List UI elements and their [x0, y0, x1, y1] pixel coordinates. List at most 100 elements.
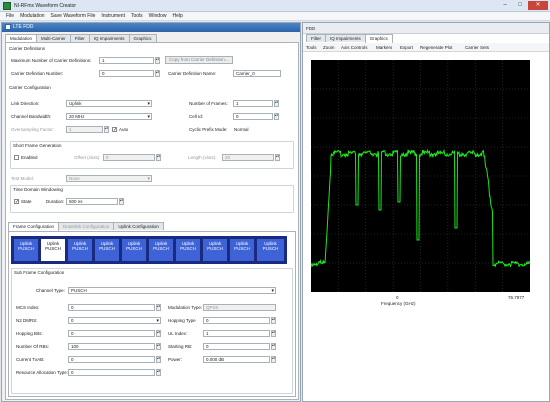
modulation-type-label: Modulation Type: — [168, 305, 203, 310]
carrier-number-spinner[interactable]: ▴▾ — [155, 70, 160, 77]
duration-input[interactable]: 500 ns — [66, 198, 118, 205]
menu-modulation[interactable]: Modulation — [20, 12, 44, 21]
channel-type-select[interactable]: PUSCH — [68, 287, 276, 294]
num-frames-input[interactable]: 1 — [233, 100, 273, 107]
windowing-state-label: State — [21, 199, 32, 204]
toolbar-tools[interactable]: Tools — [306, 45, 317, 50]
toolbar-zoom[interactable]: Zoom — [323, 45, 335, 50]
spectrum-chart — [310, 60, 531, 292]
toolbar-markers[interactable]: Markers — [376, 45, 392, 50]
ul-index-spinner[interactable]: ▴▾ — [271, 330, 276, 337]
hopping-type-spinner[interactable]: ▴▾ — [271, 317, 276, 324]
hopping-type-label: Hopping Type — [168, 318, 196, 323]
power-input[interactable]: 0.000 dB — [203, 356, 270, 363]
subframe-config-heading: Sub Frame Configuration — [14, 270, 65, 275]
close-icon[interactable]: ✕ — [528, 1, 548, 10]
carrier-number-input[interactable]: 0 — [99, 70, 154, 77]
duration-spinner[interactable]: ▴▾ — [119, 198, 124, 205]
tab-iq-impairments[interactable]: IQ Impairments — [325, 34, 366, 42]
modulation-content: Carrier Definitions Maximum Number of Ca… — [5, 42, 299, 400]
tab-graphics[interactable]: Graphics — [128, 34, 157, 42]
mcs-index-label: MCS Index: — [16, 305, 40, 310]
menu-save-waveform[interactable]: Save Waveform File — [51, 12, 96, 21]
subframe-cell[interactable]: Uplink PUSCH — [202, 238, 228, 262]
lte-fdd-panel: LTE FDD Modulation Multi-Carrier Filter IQ … — [1, 22, 301, 402]
ul-index-input[interactable]: 1 — [203, 330, 270, 337]
power-spinner[interactable]: ▴▾ — [271, 356, 276, 363]
channel-bandwidth-label: Channel Bandwidth: — [11, 114, 52, 119]
starting-rb-label: Starting RB: — [168, 344, 193, 349]
subframe-cell[interactable]: Uplink PUSCH — [94, 238, 120, 262]
tab-graphics[interactable]: Graphics — [364, 34, 393, 43]
menu-help[interactable]: Help — [172, 12, 182, 21]
num-frames-spinner[interactable]: ▴▾ — [274, 100, 279, 107]
cell-id-spinner[interactable]: ▴▾ — [274, 113, 279, 120]
subframe-cell[interactable]: Uplink PUSCH — [40, 238, 66, 262]
subframe-cell[interactable]: Uplink PUSCH — [67, 238, 93, 262]
menu-tools[interactable]: Tools — [131, 12, 143, 21]
link-direction-select[interactable]: Uplink — [66, 100, 152, 107]
mcs-index-input[interactable]: 0 — [68, 304, 155, 311]
auto-checkbox[interactable]: ✓ — [112, 127, 117, 133]
windowing-heading: Time Domain Windowing — [13, 187, 63, 192]
starting-rb-input[interactable]: 0 — [203, 343, 270, 350]
current-txab-spinner[interactable]: ▴▾ — [156, 356, 161, 363]
num-rbs-spinner[interactable]: ▴▾ — [156, 343, 161, 350]
subframe-cell[interactable]: Uplink PUSCH — [121, 238, 147, 262]
channel-bandwidth-select[interactable]: 20 MHz — [66, 113, 152, 120]
title-bar: NI-RFmx Waveform Creator – □ ✕ — [0, 0, 550, 12]
length-slots-input[interactable]: 20 — [222, 154, 274, 161]
spectrum-plot[interactable] — [310, 60, 531, 292]
carrier-name-input[interactable]: Carrier_0 — [233, 70, 281, 77]
menu-instrument[interactable]: Instrument — [101, 12, 125, 21]
mcs-index-spinner[interactable]: ▴▾ — [156, 304, 161, 311]
windowing-state-checkbox[interactable]: ✓ — [14, 199, 19, 205]
offset-slots-input[interactable]: 0 — [103, 154, 155, 161]
test-model-select[interactable]: None — [66, 175, 152, 182]
current-txab-input[interactable]: 0 — [68, 356, 155, 363]
subframe-cell[interactable]: Uplink PUSCH — [229, 238, 255, 262]
minimize-icon[interactable]: – — [498, 1, 512, 10]
cyclic-prefix-label: Cyclic Prefix Mode: — [189, 127, 228, 132]
max-carrier-input[interactable]: 1 — [99, 57, 154, 64]
subframe-cell[interactable]: Uplink PUSCH — [13, 238, 39, 262]
resource-allocation-input[interactable]: 0 — [68, 369, 155, 376]
subframe-cell[interactable]: Uplink PUSCH — [175, 238, 201, 262]
tab-filter[interactable]: Filter — [69, 34, 90, 42]
oversampling-spinner[interactable]: ▴▾ — [104, 126, 109, 133]
oversampling-input[interactable]: 1 — [66, 126, 103, 133]
short-frame-enabled-label: Enabled — [21, 155, 38, 160]
subframe-cell[interactable]: Uplink PUSCH — [148, 238, 174, 262]
resource-allocation-spinner[interactable]: ▴▾ — [156, 369, 161, 376]
toolbar-regenerate-plot[interactable]: Regenerate Plot — [420, 45, 453, 50]
toolbar-carrier-sets[interactable]: Carrier Sets — [465, 45, 489, 50]
n2-dmrs-select[interactable]: 0 — [68, 317, 161, 324]
toolbar-export[interactable]: Export — [400, 45, 413, 50]
tab-iq-impairments[interactable]: IQ Impairments — [88, 34, 130, 42]
cell-id-input[interactable]: 0 — [233, 113, 273, 120]
hopping-type-input[interactable]: 0 — [203, 317, 270, 324]
max-carrier-spinner[interactable]: ▴▾ — [155, 57, 160, 64]
menu-window[interactable]: Window — [149, 12, 167, 21]
subframe-cell[interactable]: Uplink PUSCH — [256, 238, 285, 262]
length-slots-spinner[interactable]: ▴▾ — [275, 154, 280, 161]
tab-filter[interactable]: Filter — [306, 34, 326, 42]
tab-frame-configuration[interactable]: Frame Configuration — [8, 222, 60, 231]
toolbar-axis-controls[interactable]: Axis Controls — [341, 45, 368, 50]
hopping-bits-input[interactable]: 0 — [68, 330, 155, 337]
window-title: NI-RFmx Waveform Creator — [14, 3, 77, 9]
tab-uplink-configuration[interactable]: Uplink Configuration — [113, 222, 164, 230]
hopping-bits-spinner[interactable]: ▴▾ — [156, 330, 161, 337]
menu-file[interactable]: File — [6, 12, 14, 21]
offset-slots-spinner[interactable]: ▴▾ — [156, 154, 161, 161]
starting-rb-spinner[interactable]: ▴▾ — [271, 343, 276, 350]
tab-downlink-configuration[interactable]: Downlink Configuration — [58, 222, 115, 230]
modulation-type-input[interactable]: QPSK — [203, 304, 276, 311]
copy-carrier-button[interactable]: Copy from Carrier Definition... — [165, 56, 233, 64]
num-rbs-input[interactable]: 100 — [68, 343, 155, 350]
maximize-icon[interactable]: □ — [513, 1, 527, 10]
short-frame-enabled-checkbox[interactable] — [14, 155, 19, 160]
tab-multi-carrier[interactable]: Multi-Carrier — [36, 34, 71, 42]
x-axis-start-label: 0 — [396, 295, 399, 300]
short-frame-heading: Short Frame Generation — [13, 143, 62, 148]
